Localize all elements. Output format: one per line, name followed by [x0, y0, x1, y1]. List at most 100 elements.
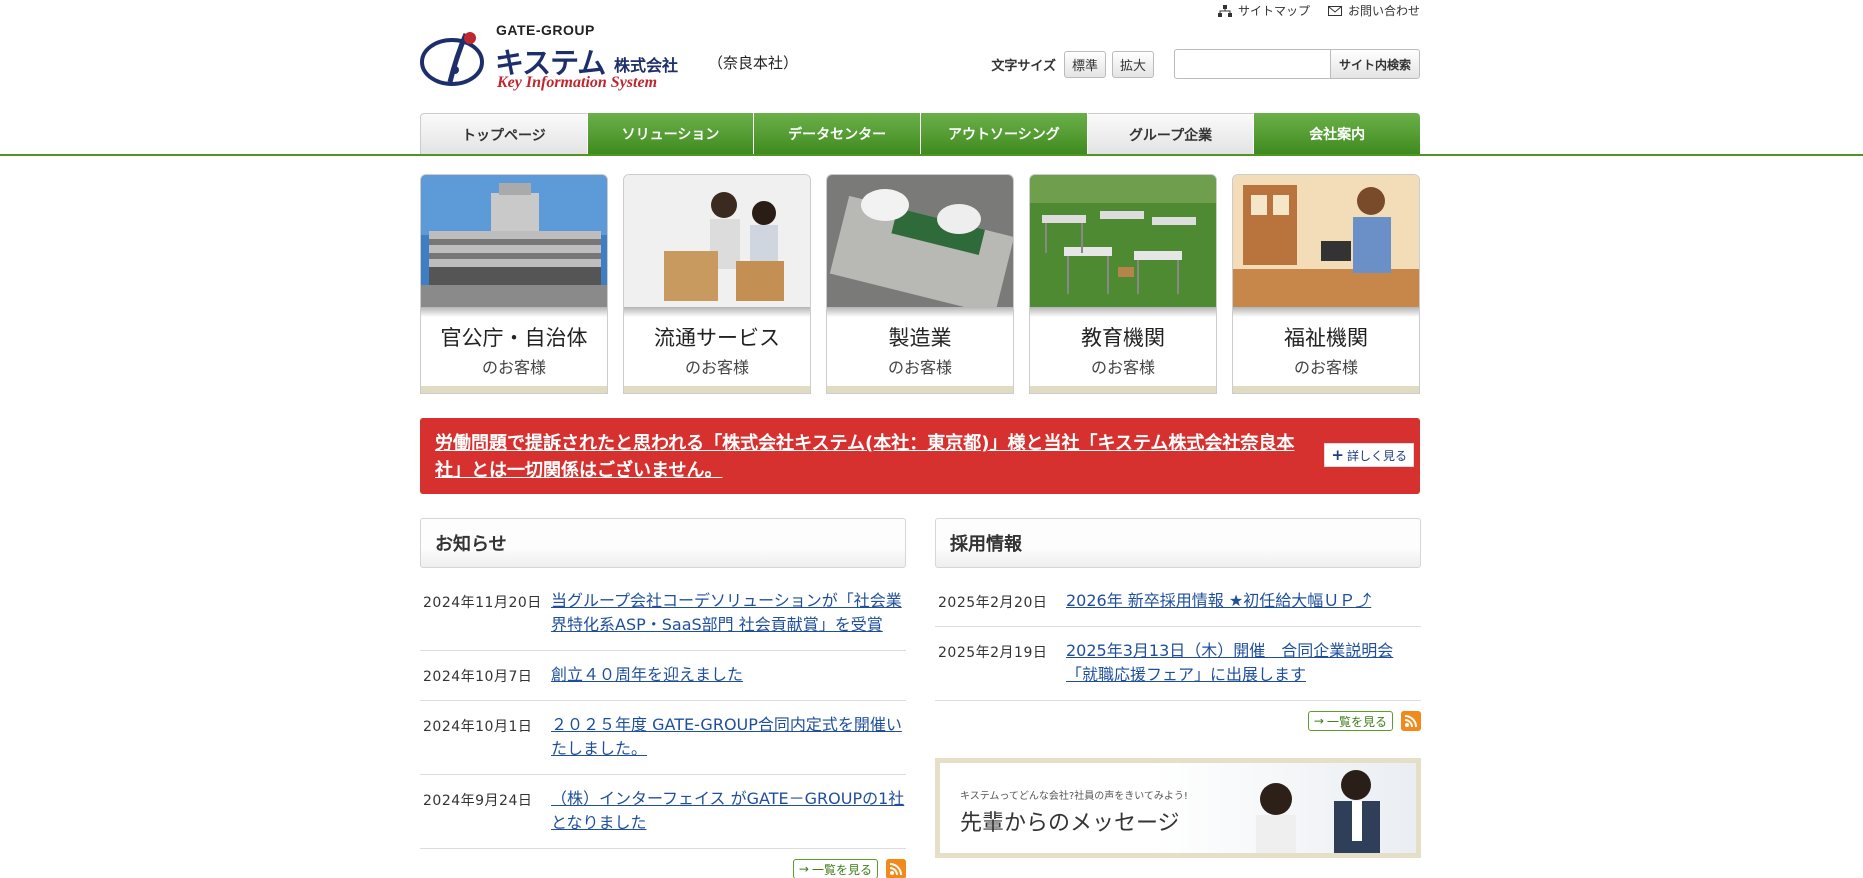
nav-solutions[interactable]: ソリューション	[587, 113, 755, 155]
customer-categories: 官公庁・自治体 のお客様 流通サービス のお客様 製造業 のお客様 教育機関 の…	[420, 174, 1420, 394]
staff-photo	[1256, 770, 1380, 853]
font-size-large-button[interactable]: 拡大	[1111, 50, 1154, 78]
news-link[interactable]: 創立４０周年を迎えました	[551, 663, 743, 687]
list-item: 2024年10月7日 創立４０周年を迎えました	[420, 651, 906, 701]
category-title: 官公庁・自治体	[440, 326, 588, 350]
site-search-input[interactable]	[1174, 49, 1330, 79]
category-subtitle: のお客様	[684, 358, 749, 377]
contact-link[interactable]: お問い合わせ	[1327, 2, 1420, 19]
notice-details-label: 詳しく見る	[1346, 448, 1407, 463]
category-shade	[421, 307, 607, 317]
arrow-right-icon: →	[798, 862, 809, 876]
welfare-worker-photo	[1233, 175, 1419, 307]
notice-banner-link[interactable]: 労働問題で提訴されたと思われる「株式会社キステム(本社：東京都)」様と当社「キス…	[435, 430, 1315, 484]
recruit-date: 2025年2月19日	[938, 645, 1048, 661]
promo-title: 先輩からのメッセージ	[960, 811, 1180, 836]
news-link[interactable]: ２０２５年度 GATE-GROUP合同内定式を開催いたしました。	[551, 713, 906, 761]
list-item: 2024年9月24日 （株）インターフェイス がGATE－GROUPの1社となり…	[420, 775, 906, 849]
list-item: 2025年2月20日 2026年 新卒採用情報 ★初任給大幅ＵＰ⤴	[935, 577, 1421, 627]
category-bar	[1030, 386, 1216, 393]
news-date: 2024年11月20日	[423, 595, 542, 611]
news-more-label: 一覧を見る	[811, 862, 872, 877]
nav-company-info[interactable]: 会社案内	[1254, 113, 1421, 155]
news-more-button[interactable]: → 一覧を見る	[792, 859, 878, 878]
logo-tagline: Key Information System	[497, 74, 658, 91]
news-list: 2024年11月20日 当グループ会社コーデソリューションが「社会業界特化系AS…	[420, 577, 906, 849]
category-title: 流通サービス	[654, 326, 780, 350]
recruit-date: 2025年2月20日	[938, 595, 1048, 611]
font-size-normal-button[interactable]: 標準	[1063, 50, 1106, 78]
sitemap-label: サイトマップ	[1237, 4, 1310, 18]
recruit-link[interactable]: 2026年 新卒採用情報 ★初任給大幅ＵＰ⤴	[1066, 589, 1371, 613]
category-subtitle: のお客様	[887, 358, 952, 377]
category-title: 教育機関	[1081, 326, 1165, 350]
font-size-label: 文字サイズ	[991, 58, 1056, 74]
category-distribution[interactable]: 流通サービス のお客様	[623, 174, 811, 394]
category-bar	[421, 386, 607, 393]
arrow-right-icon: →	[1313, 714, 1324, 728]
delivery-staff-photo	[624, 175, 810, 307]
recruit-section: 採用情報 2025年2月20日 2026年 新卒採用情報 ★初任給大幅ＵＰ⤴ 2…	[935, 518, 1421, 858]
recruit-more-button[interactable]: → 一覧を見る	[1307, 711, 1393, 731]
news-date: 2024年9月24日	[423, 793, 533, 809]
nav-datacenter[interactable]: データセンター	[754, 113, 922, 155]
news-date: 2024年10月7日	[423, 669, 533, 685]
recruit-more-row: → 一覧を見る	[935, 711, 1421, 731]
utility-links: サイトマップ お問い合わせ	[1217, 2, 1420, 19]
school-desks-photo	[1030, 175, 1216, 307]
list-item: 2024年11月20日 当グループ会社コーデソリューションが「社会業界特化系AS…	[420, 577, 906, 651]
rss-icon[interactable]	[886, 859, 906, 878]
company-logo[interactable]: GATE-GROUP キステム 株式会社 （奈良本社） Key Informat…	[420, 22, 800, 94]
category-subtitle: のお客様	[1090, 358, 1155, 377]
site-search-button[interactable]: サイト内検索	[1330, 49, 1420, 79]
nav-divider	[0, 154, 1863, 156]
promo-caption: キステムってどんな会社?社員の声をきいてみよう!	[960, 791, 1188, 802]
category-education[interactable]: 教育機関 のお客様	[1029, 174, 1217, 394]
category-welfare[interactable]: 福祉機関 のお客様	[1232, 174, 1420, 394]
category-shade	[1233, 307, 1419, 317]
recruit-more-label: 一覧を見る	[1326, 714, 1387, 729]
category-bar	[624, 386, 810, 393]
category-government[interactable]: 官公庁・自治体 のお客様	[420, 174, 608, 394]
category-bar	[1233, 386, 1419, 393]
news-heading: お知らせ	[420, 518, 906, 568]
news-more-row: → 一覧を見る	[420, 859, 906, 878]
logo-branch: （奈良本社）	[708, 54, 799, 72]
government-building-photo	[421, 175, 607, 307]
sitemap-icon	[1217, 4, 1232, 17]
category-shade	[827, 307, 1013, 317]
nav-group-companies[interactable]: グループ企業	[1087, 113, 1255, 155]
sitemap-link[interactable]: サイトマップ	[1217, 2, 1310, 19]
rss-icon[interactable]	[1401, 711, 1421, 731]
category-shade	[624, 307, 810, 317]
recruit-list: 2025年2月20日 2026年 新卒採用情報 ★初任給大幅ＵＰ⤴ 2025年2…	[935, 577, 1421, 701]
list-item: 2024年10月1日 ２０２５年度 GATE-GROUP合同内定式を開催いたしま…	[420, 701, 906, 775]
site-header: GATE-GROUP キステム 株式会社 （奈良本社） Key Informat…	[420, 0, 1420, 112]
category-subtitle: のお客様	[481, 358, 546, 377]
notice-details-button[interactable]: + 詳しく見る	[1324, 443, 1414, 467]
recruit-heading: 採用情報	[935, 518, 1421, 568]
contact-label: お問い合わせ	[1347, 4, 1420, 18]
news-link[interactable]: 当グループ会社コーデソリューションが「社会業界特化系ASP・SaaS部門 社会貢…	[551, 589, 906, 637]
category-shade	[1030, 307, 1216, 317]
category-bar	[827, 386, 1013, 393]
staff-message-banner[interactable]: キステムってどんな会社?社員の声をきいてみよう! 先輩からのメッセージ	[935, 758, 1421, 858]
category-title: 福祉機関	[1284, 326, 1368, 350]
logo-company-suffix: 株式会社	[614, 56, 679, 75]
circuit-board-photo	[827, 175, 1013, 307]
nav-top[interactable]: トップページ	[420, 113, 588, 155]
logo-group-text: GATE-GROUP	[496, 22, 595, 38]
category-title: 製造業	[888, 326, 952, 350]
plus-icon: +	[1331, 446, 1344, 464]
global-nav: トップページ ソリューション データセンター アウトソーシング グループ企業 会…	[420, 113, 1421, 155]
header-tools: 文字サイズ 標準 拡大 サイト内検索	[991, 49, 1420, 79]
news-section: お知らせ 2024年11月20日 当グループ会社コーデソリューションが「社会業界…	[420, 518, 906, 878]
nav-outsourcing[interactable]: アウトソーシング	[921, 113, 1088, 155]
category-manufacturing[interactable]: 製造業 のお客様	[826, 174, 1014, 394]
list-item: 2025年2月19日 2025年3月13日（木）開催 合同企業説明会「就職応援フ…	[935, 627, 1421, 701]
logo-mark-icon	[420, 32, 484, 86]
recruit-link[interactable]: 2025年3月13日（木）開催 合同企業説明会「就職応援フェア」に出展します	[1066, 639, 1421, 687]
mail-icon	[1327, 5, 1342, 16]
news-link[interactable]: （株）インターフェイス がGATE－GROUPの1社となりました	[551, 787, 906, 835]
news-date: 2024年10月1日	[423, 719, 533, 735]
